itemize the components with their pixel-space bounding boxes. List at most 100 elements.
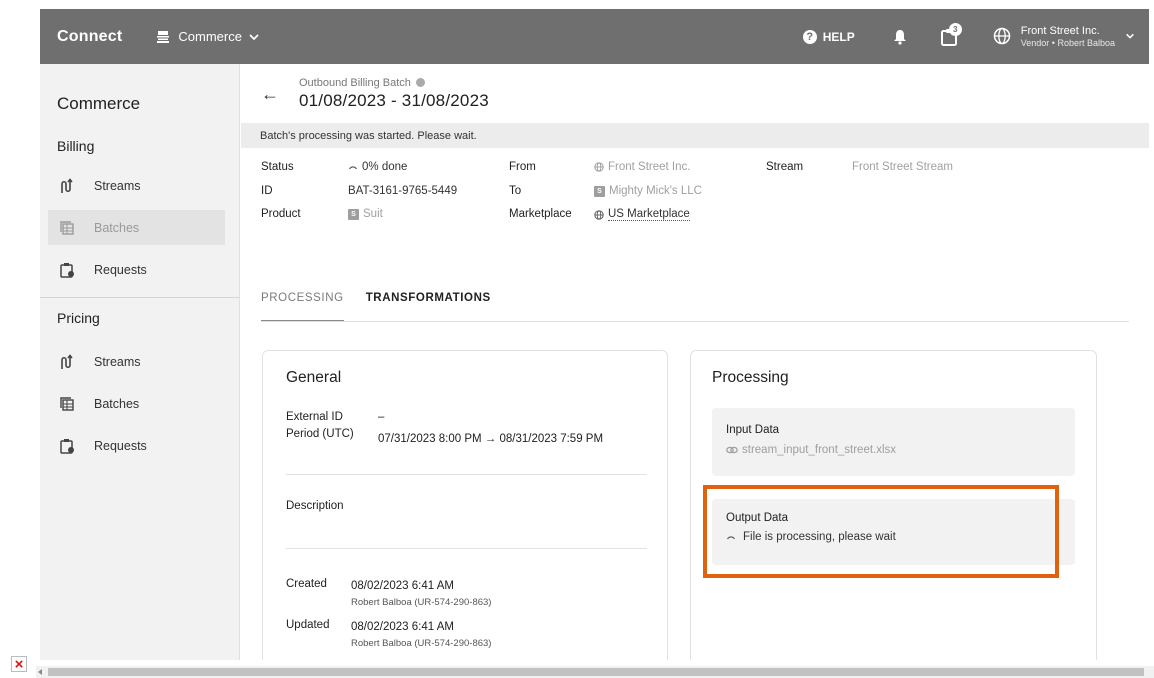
updated-value: 08/02/2023 6:41 AM <box>351 621 454 633</box>
sidebar-item-pricing-streams[interactable]: Streams <box>48 344 225 379</box>
streams-icon <box>58 353 76 370</box>
brand-logo[interactable]: Connect <box>57 28 122 46</box>
id-value: BAT-3161-9765-5449 <box>348 185 458 197</box>
globe-icon <box>993 27 1011 45</box>
top-bar-actions: ? HELP 3 Front Street Inc. Vendor • Robe… <box>802 9 1149 64</box>
marketplace-value[interactable]: US Marketplace <box>594 208 690 221</box>
globe-icon <box>594 162 604 172</box>
chevron-down-icon <box>248 31 260 43</box>
main-content: ← Outbound Billing Batch 01/08/2023 - 31… <box>241 64 1149 660</box>
sidebar-item-label: Batches <box>94 220 140 235</box>
description-label: Description <box>286 500 344 512</box>
external-id-label: External ID <box>286 411 343 423</box>
to-value[interactable]: S Mighty Mick's LLC <box>594 185 702 197</box>
question-icon: ? <box>802 29 817 44</box>
requests-icon <box>58 262 76 278</box>
product-badge: S <box>348 208 359 220</box>
scroll-left-arrow-icon[interactable] <box>38 669 42 675</box>
batches-icon <box>58 220 76 236</box>
streams-icon <box>58 177 76 194</box>
sidebar: Commerce Billing Streams Batches Request… <box>40 64 240 660</box>
module-switcher[interactable]: Commerce <box>156 29 260 44</box>
tab-processing[interactable]: PROCESSING <box>261 288 344 322</box>
broken-image-icon: × <box>11 656 27 672</box>
tasks-count-badge: 3 <box>948 22 962 36</box>
to-value-text: Mighty Mick's LLC <box>609 185 702 197</box>
app-window: Connect Commerce ? HELP 3 Front Street I… <box>40 9 1149 660</box>
processing-title: Processing <box>712 369 789 386</box>
created-by: Robert Balboa (UR-574-290-863) <box>351 597 492 608</box>
page-title: 01/08/2023 - 31/08/2023 <box>299 90 489 110</box>
processing-notice: Batch's processing was started. Please w… <box>241 123 1149 148</box>
section-divider <box>286 548 647 549</box>
help-button[interactable]: ? HELP <box>802 29 855 44</box>
chevron-down-icon <box>1125 31 1135 41</box>
stream-value[interactable]: Front Street Stream <box>852 161 953 173</box>
tab-bar: PROCESSING TRANSFORMATIONS <box>261 288 513 322</box>
sidebar-section-billing: Billing <box>57 138 95 154</box>
batch-properties: Status 0% done ID BAT-3161-9765-5449 Pro… <box>241 148 1149 278</box>
to-label: To <box>509 185 522 197</box>
sidebar-item-label: Streams <box>94 354 141 369</box>
marketplace-label: Marketplace <box>509 208 572 220</box>
spinner-icon <box>348 162 358 172</box>
created-value: 08/02/2023 6:41 AM <box>351 580 454 592</box>
input-file-name: stream_input_front_street.xlsx <box>742 444 897 456</box>
id-label: ID <box>261 185 273 197</box>
sidebar-section-pricing: Pricing <box>57 310 100 326</box>
section-divider <box>286 474 647 475</box>
sidebar-item-billing-streams[interactable]: Streams <box>48 168 225 203</box>
sidebar-item-pricing-batches[interactable]: Batches <box>48 386 225 421</box>
status-value: 0% done <box>348 161 407 173</box>
requests-icon <box>58 438 76 454</box>
sidebar-title: Commerce <box>57 94 141 113</box>
external-id-value: – <box>378 411 385 423</box>
input-data-label: Input Data <box>726 424 780 436</box>
general-title: General <box>286 369 342 386</box>
sidebar-item-billing-requests[interactable]: Requests <box>48 252 225 287</box>
from-label: From <box>509 161 536 173</box>
account-menu[interactable]: Front Street Inc. Vendor • Robert Balboa <box>993 25 1135 48</box>
scrollbar-thumb[interactable] <box>48 668 1144 676</box>
from-value-text: Front Street Inc. <box>608 161 691 173</box>
marketplace-value-text: US Marketplace <box>608 208 690 221</box>
period-value: 07/31/2023 8:00 PM → 08/31/2023 7:59 PM <box>378 433 604 445</box>
page-subtitle: Outbound Billing Batch <box>299 77 489 89</box>
top-bar: Connect Commerce ? HELP 3 Front Street I… <box>40 9 1149 64</box>
product-value-text: Suit <box>363 208 383 220</box>
account-badge: S <box>594 185 605 197</box>
updated-by: Robert Balboa (UR-574-290-863) <box>351 638 492 649</box>
highlight-frame <box>703 485 1059 578</box>
info-icon[interactable] <box>415 78 425 87</box>
page-header: ← Outbound Billing Batch 01/08/2023 - 31… <box>241 64 1149 123</box>
input-data-box: Input Data stream_input_front_street.xls… <box>712 408 1075 476</box>
product-label: Product <box>261 208 301 220</box>
bell-icon[interactable] <box>893 29 907 45</box>
help-label: HELP <box>822 29 855 44</box>
sidebar-item-pricing-requests[interactable]: Requests <box>48 428 225 463</box>
page-subtitle-text: Outbound Billing Batch <box>299 76 411 89</box>
sidebar-item-label: Requests <box>94 438 147 453</box>
general-card: General External ID – Period (UTC) 07/31… <box>262 350 668 660</box>
horizontal-scrollbar[interactable] <box>36 666 1154 678</box>
sidebar-item-billing-batches[interactable]: Batches <box>48 210 225 245</box>
period-label: Period (UTC) <box>286 428 354 440</box>
link-icon <box>726 446 738 454</box>
tasks-button[interactable]: 3 <box>940 22 962 46</box>
account-name: Front Street Inc. <box>1020 25 1100 37</box>
account-role: Vendor • Robert Balboa <box>1020 37 1115 48</box>
sidebar-item-label: Requests <box>94 262 147 277</box>
status-label: Status <box>261 161 294 173</box>
created-label: Created <box>286 578 327 590</box>
back-arrow-icon[interactable]: ← <box>261 85 279 103</box>
product-value[interactable]: S Suit <box>348 208 383 220</box>
updated-label: Updated <box>286 619 330 631</box>
tab-divider <box>261 321 1129 322</box>
module-name: Commerce <box>178 29 242 44</box>
input-file-link[interactable]: stream_input_front_street.xlsx <box>726 444 896 456</box>
from-value[interactable]: Front Street Inc. <box>594 161 690 173</box>
sidebar-item-label: Streams <box>94 178 141 193</box>
batches-icon <box>58 396 76 412</box>
tab-transformations[interactable]: TRANSFORMATIONS <box>366 288 491 322</box>
register-icon <box>156 30 170 44</box>
